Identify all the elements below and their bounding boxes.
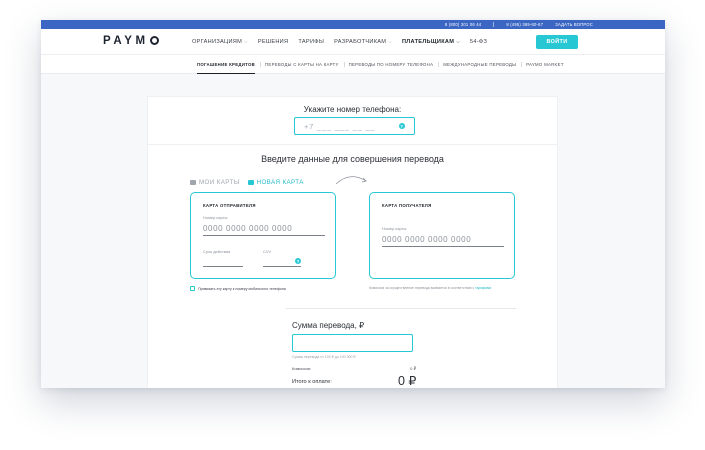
chevron-down-icon: ⌵	[456, 39, 460, 44]
tab-label: МОИ КАРТЫ	[199, 179, 240, 186]
nav-item-organizations[interactable]: ОРГАНИЗАЦИЯМ ⌵	[192, 39, 248, 45]
logo-text: PAYM	[103, 35, 149, 47]
subnav-menu: ПОГАШЕНИЕ КРЕДИТОВ ПЕРЕВОДЫ С КАРТЫ НА К…	[192, 55, 569, 74]
card-icon	[190, 180, 196, 185]
cvv-input[interactable]	[263, 266, 301, 267]
logo-o-icon	[149, 36, 159, 45]
tab-new-card[interactable]: НОВАЯ КАРТА	[247, 179, 304, 186]
bind-card-checkbox[interactable]	[190, 286, 195, 291]
phone-title: Укажите номер телефона:	[303, 105, 402, 114]
sub-navigation: ПОГАШЕНИЕ КРЕДИТОВ ПЕРЕВОДЫ С КАРТЫ НА К…	[41, 55, 665, 74]
nav-item-developers[interactable]: РАЗРАБОТЧИКАМ ⌵	[334, 39, 392, 45]
transfer-form-card: Укажите номер телефона: +7 ___ ___ __ __…	[147, 96, 558, 388]
nav-item-label: РАЗРАБОТЧИКАМ	[334, 39, 387, 45]
tab-label: НОВАЯ КАРТА	[256, 179, 304, 186]
nav-item-label: ТАРИФЫ	[298, 39, 325, 45]
receiver-card: КАРТА ПОЛУЧАТЕЛЯ Номер карты 0000 0000 0…	[369, 192, 515, 279]
login-button[interactable]: ВОЙТИ	[536, 35, 578, 49]
nav-item-label: РЕШЕНИЯ	[257, 39, 289, 45]
fee-note-text: Комиссия за осуществление перевода взима…	[369, 286, 475, 290]
expiry-label: Срок действия	[203, 249, 231, 254]
subnav-item-loan-repayment[interactable]: ПОГАШЕНИЕ КРЕДИТОВ	[192, 55, 260, 74]
expiry-input[interactable]	[203, 266, 243, 267]
ask-question-link[interactable]: ЗАДАТЬ ВОПРОС	[555, 22, 593, 27]
nav-menu: ОРГАНИЗАЦИЯМ ⌵ РЕШЕНИЯ ТАРИФЫ РАЗРАБОТЧИК…	[192, 39, 487, 45]
sender-card-number-input[interactable]: 0000 0000 0000 0000	[203, 224, 325, 236]
receiver-card-title: КАРТА ПОЛУЧАТЕЛЯ	[382, 203, 432, 208]
chevron-down-icon: ⌵	[244, 39, 248, 44]
nav-item-54fz[interactable]: 54-ФЗ	[470, 39, 487, 45]
subnav-item-card-to-card[interactable]: ПЕРЕВОДЫ С КАРТЫ НА КАРТУ	[260, 55, 344, 74]
subnav-item-phone-transfers[interactable]: ПЕРЕВОДЫ ПО НОМЕРУ ТЕЛЕФОНА	[343, 55, 439, 74]
subnav-item-paymo-market[interactable]: PAYMO MARKET	[521, 55, 569, 74]
transfer-title: Введите данные для совершения перевода	[261, 154, 444, 164]
nav-item-payers[interactable]: ПЛАТЕЛЬЩИКАМ ⌵	[402, 39, 460, 45]
tab-my-cards[interactable]: МОИ КАРТЫ	[190, 179, 240, 186]
help-icon[interactable]: ?	[399, 123, 405, 129]
phone-input[interactable]: +7 ___ ___ __ __ ?	[294, 117, 415, 135]
chevron-down-icon: ⌵	[388, 39, 392, 44]
subnav-item-international[interactable]: МЕЖДУНАРОДНЫЕ ПЕРЕВОДЫ	[438, 55, 521, 74]
nav-item-solutions[interactable]: РЕШЕНИЯ	[258, 39, 289, 45]
fee-label: Комиссия:	[292, 366, 312, 371]
bind-card-option[interactable]: Привязать эту карту к номеру мобильного …	[190, 286, 286, 291]
receiver-card-number-input[interactable]: 0000 0000 0000 0000	[382, 235, 504, 247]
cvv-label: CVV	[263, 249, 272, 254]
sender-card-title: КАРТА ОТПРАВИТЕЛЯ	[203, 203, 256, 208]
paymo-logo[interactable]: PAYM	[103, 35, 159, 47]
phone-number-1[interactable]: 8 (800) 301 06 44	[445, 22, 481, 27]
card-number-label: Номер карты	[382, 226, 407, 231]
main-navigation: PAYM ОРГАНИЗАЦИЯМ ⌵ РЕШЕНИЯ ТАРИФЫ РАЗРАБ…	[41, 29, 665, 55]
sender-card: КАРТА ОТПРАВИТЕЛЯ Номер карты 0000 0000 …	[190, 192, 336, 279]
amount-input[interactable]	[292, 334, 413, 352]
card-number-label: Номер карты	[203, 215, 228, 220]
phone-section: Укажите номер телефона: +7 ___ ___ __ __…	[148, 97, 557, 145]
amount-title: Сумма перевода, ₽	[292, 321, 365, 330]
help-icon[interactable]: ?	[295, 258, 301, 264]
card-icon	[247, 180, 254, 185]
total-value: 0 ₽	[398, 374, 417, 388]
divider	[493, 22, 495, 27]
amount-hint: Сумма перевода от 100 ₽ до 100 000 ₽	[292, 355, 356, 359]
nav-item-label: ОРГАНИЗАЦИЯМ	[192, 39, 243, 45]
top-contact-bar: 8 (800) 301 06 44 8 (495) 369-60-67 ЗАДА…	[41, 20, 665, 29]
phone-placeholder: +7 ___ ___ __ __	[304, 121, 376, 131]
browser-window: 8 (800) 301 06 44 8 (495) 369-60-67 ЗАДА…	[41, 20, 665, 388]
nav-item-label: 54-ФЗ	[469, 39, 488, 45]
fee-value: 0 ₽	[410, 366, 416, 371]
nav-item-tariffs[interactable]: ТАРИФЫ	[298, 39, 324, 45]
card-source-tabs: МОИ КАРТЫ НОВАЯ КАРТА	[190, 179, 304, 186]
tariffs-link[interactable]: тарифами	[475, 286, 491, 290]
nav-item-label: ПЛАТЕЛЬЩИКАМ	[401, 39, 455, 45]
total-label: Итого к оплате:	[292, 379, 332, 385]
phone-number-2[interactable]: 8 (495) 369-60-67	[506, 22, 543, 27]
transfer-arrow-icon	[335, 176, 367, 185]
fee-note: Комиссия за осуществление перевода взима…	[369, 286, 519, 291]
section-divider	[286, 308, 516, 309]
bind-card-label: Привязать эту карту к номеру мобильного …	[198, 286, 286, 291]
